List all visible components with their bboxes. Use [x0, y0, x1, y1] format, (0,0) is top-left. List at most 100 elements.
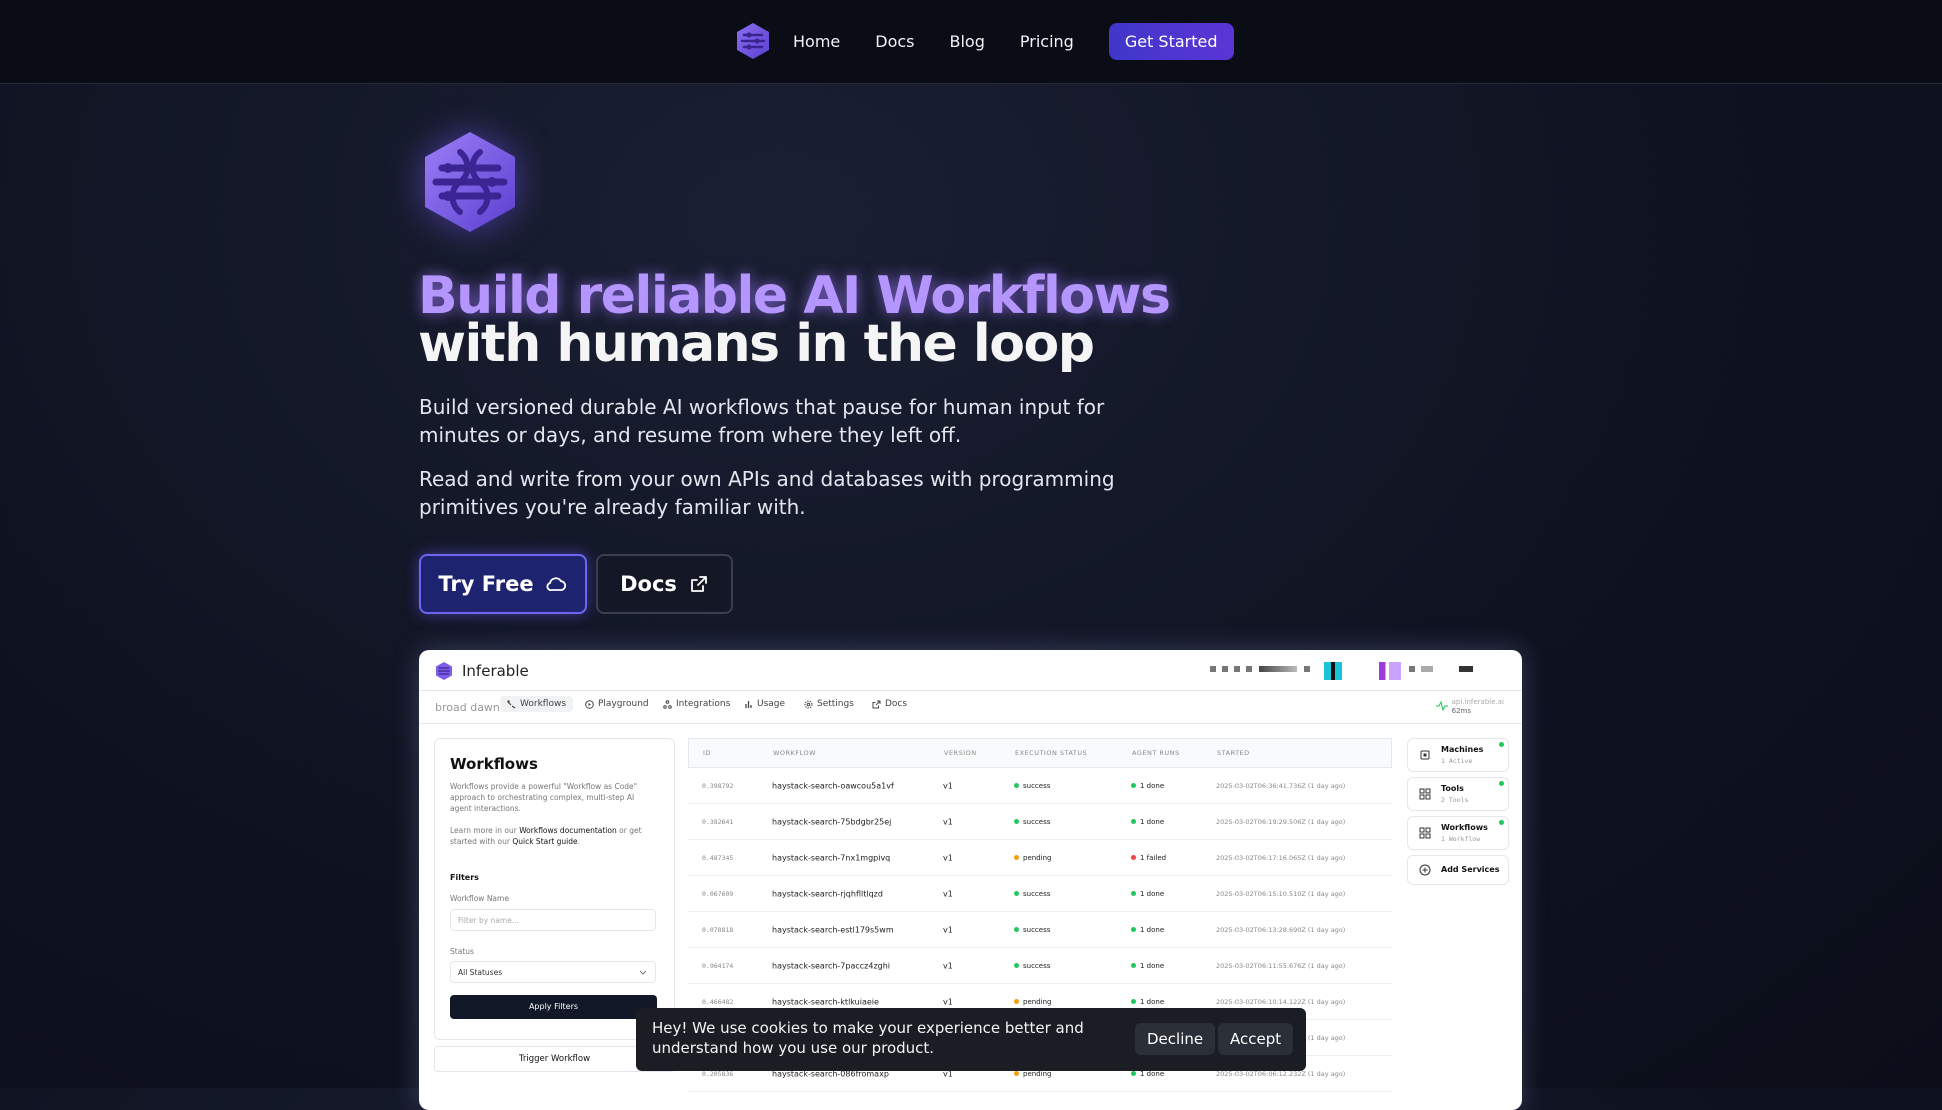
header-workflow: WORKFLOW [773, 749, 816, 757]
cell-id: 0.964174 [702, 961, 734, 970]
cell-version: v1 [943, 961, 953, 970]
cookie-banner: Hey! We use cookies to make your experie… [636, 1008, 1306, 1071]
try-free-button[interactable]: Try Free [419, 554, 587, 614]
cell-workflow[interactable]: haystack-search-ktlkuiaeie [772, 997, 879, 1006]
table-row[interactable]: 0.382641 haystack-search-75bdgbr25ej v1 suc… [688, 804, 1392, 840]
status-select[interactable]: All Statuses [450, 961, 656, 983]
apply-filters-button[interactable]: Apply Filters [450, 995, 657, 1019]
accept-button[interactable]: Accept [1218, 1023, 1294, 1055]
table-row[interactable]: 0.398792 haystack-search-oawcou5a1vf v1 suc… [688, 768, 1392, 804]
decline-button[interactable]: Decline [1135, 1023, 1216, 1055]
tab-integrations[interactable]: Integrations [663, 699, 730, 709]
cell-agent-runs: 1 done [1131, 890, 1164, 898]
cell-agent-runs: 1 done [1131, 926, 1164, 934]
runs-text: 1 failed [1140, 853, 1167, 862]
cell-started: 2025-03-02T06:13:28.690Z (1 day ago) [1216, 925, 1346, 934]
table-row[interactable]: 0.067609 haystack-search-rjqhflltlqzd v1 su… [688, 876, 1392, 912]
service-tools[interactable]: Tools 2 Tools [1407, 777, 1509, 811]
cell-status: success [1014, 782, 1050, 790]
cell-started: 2025-03-02T06:19:29.506Z (1 day ago) [1216, 817, 1346, 826]
cell-id: 0.078818 [702, 925, 734, 934]
runs-text: 1 done [1140, 781, 1165, 790]
redacted-block [1259, 666, 1297, 672]
nav-link-pricing[interactable]: Pricing [1020, 32, 1074, 51]
cell-workflow[interactable]: haystack-search-rjqhflltlqzd [772, 889, 883, 898]
redacted-avatar [1324, 662, 1342, 680]
cell-version: v1 [943, 889, 953, 898]
docs-link[interactable]: Workflows documentation [519, 826, 617, 835]
tab-label: Usage [757, 699, 786, 709]
network-icon [663, 699, 672, 709]
service-title: Workflows [1441, 823, 1488, 832]
cell-id: 0.398792 [702, 781, 734, 790]
app-name: Inferable [462, 662, 529, 680]
bar-chart-icon [745, 700, 752, 708]
status-text: pending [1023, 997, 1052, 1006]
cell-workflow[interactable]: haystack-search-estl179s5wm [772, 925, 894, 934]
workflow-name-input[interactable]: Filter by name... [450, 909, 656, 931]
nav-link-docs[interactable]: Docs [875, 32, 914, 51]
try-free-label: Try Free [438, 572, 534, 596]
filters-heading: Filters [450, 873, 479, 882]
status-text: success [1023, 781, 1051, 790]
redacted-avatar [1379, 662, 1401, 680]
runs-dot [1131, 999, 1136, 1004]
chevron-down-icon [639, 970, 647, 975]
docs-button[interactable]: Docs [596, 554, 733, 614]
tab-playground[interactable]: Playground [585, 699, 649, 709]
cell-agent-runs: 1 done [1131, 998, 1164, 1006]
runs-dot [1131, 963, 1136, 968]
cell-id: 0.466482 [702, 997, 734, 1006]
cell-workflow[interactable]: haystack-search-7nx1mgpivq [772, 853, 890, 862]
table-row[interactable]: 0.078818 haystack-search-estl179s5wm v1 suc… [688, 912, 1392, 948]
table-row[interactable]: 0.487345 haystack-search-7nx1mgpivq v1 pend… [688, 840, 1392, 876]
header-started: STARTED [1217, 749, 1250, 757]
cell-workflow[interactable]: haystack-search-75bdgbr25ej [772, 817, 891, 826]
sidebar-title: Workflows [450, 755, 538, 773]
redacted-block [1222, 666, 1228, 672]
cell-started: 2025-03-02T06:17:16.065Z (1 day ago) [1216, 853, 1346, 862]
service-sub: 2 Tools [1441, 796, 1469, 804]
api-latency: 62ms [1451, 707, 1471, 715]
cell-agent-runs: 1 done [1131, 962, 1164, 970]
add-services-button[interactable]: Add Services [1407, 855, 1509, 885]
service-sub: 1 Active [1441, 757, 1473, 765]
tab-label: Settings [817, 699, 854, 709]
status-dot [1499, 820, 1504, 825]
cell-agent-runs: 1 failed [1131, 854, 1166, 862]
tab-docs[interactable]: Docs [872, 699, 907, 709]
workspace-name[interactable]: broad dawn [435, 701, 500, 714]
gear-icon [804, 700, 813, 708]
runs-dot [1131, 891, 1136, 896]
tab-usage[interactable]: Usage [744, 699, 785, 709]
inferable-logo-icon[interactable] [733, 21, 773, 61]
cell-id: 0.487345 [702, 853, 734, 862]
service-machines[interactable]: Machines 1 Active [1407, 738, 1509, 772]
workflows-sidebar: Workflows Workflows provide a powerful "… [434, 738, 675, 1040]
desc-text: Learn more in our [450, 826, 520, 835]
tab-label: Workflows [520, 699, 567, 709]
cell-workflow[interactable]: haystack-search-7paccz4zghi [772, 961, 890, 970]
status-dot [1014, 855, 1019, 860]
cell-version: v1 [943, 781, 953, 790]
top-navbar: Home Docs Blog Pricing Get Started [0, 0, 1942, 84]
service-title: Tools [1441, 784, 1464, 793]
status-dot [1014, 927, 1019, 932]
get-started-button[interactable]: Get Started [1108, 22, 1234, 60]
service-workflows[interactable]: Workflows 1 Workflow [1407, 816, 1509, 850]
status-dot [1014, 999, 1019, 1004]
nav-link-home[interactable]: Home [793, 32, 840, 51]
cell-workflow[interactable]: haystack-search-oawcou5a1vf [772, 781, 894, 790]
quickstart-link[interactable]: Quick Start guide [512, 837, 577, 846]
hero-logo-icon [425, 132, 515, 232]
plus-circle-icon [1419, 864, 1431, 876]
tab-settings[interactable]: Settings [804, 699, 854, 709]
grid-icon [1419, 788, 1431, 800]
redacted-block [1409, 666, 1415, 672]
table-row[interactable]: 0.964174 haystack-search-7paccz4zghi v1 suc… [688, 948, 1392, 984]
nav-link-blog[interactable]: Blog [950, 32, 985, 51]
status-dot [1014, 963, 1019, 968]
tab-workflows[interactable]: Workflows [500, 696, 574, 712]
docs-label: Docs [620, 572, 677, 596]
tab-label: Playground [598, 699, 649, 709]
